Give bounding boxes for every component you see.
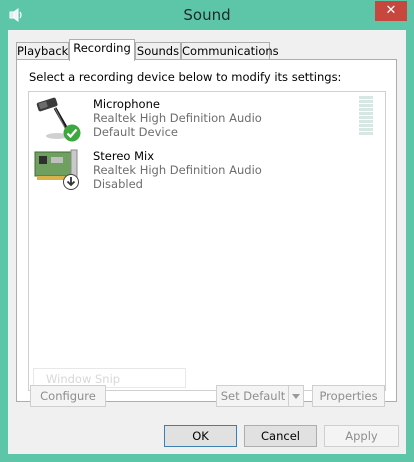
set-default-button[interactable]: Set Default — [216, 385, 304, 407]
device-name: Microphone — [93, 97, 160, 111]
tab-sounds[interactable]: Sounds — [135, 42, 181, 60]
tab-recording[interactable]: Recording — [69, 39, 135, 61]
device-name: Stereo Mix — [93, 149, 155, 163]
device-driver: Realtek High Definition Audio — [93, 111, 262, 125]
tab-communications[interactable]: Communications — [181, 42, 279, 60]
default-check-icon — [63, 124, 81, 142]
set-default-label: Set Default — [220, 389, 286, 403]
dialog-client-area: Playback Recording Sounds Communications… — [8, 30, 406, 454]
device-list[interactable]: Microphone Realtek High Definition Audio… — [28, 91, 386, 391]
configure-button[interactable]: Configure — [30, 385, 106, 407]
sound-dialog: Sound ✕ Playback Recording Sounds Commun… — [0, 0, 414, 462]
device-status: Default Device — [93, 125, 179, 139]
recording-panel: Select a recording device below to modif… — [16, 59, 397, 402]
level-meter — [359, 96, 373, 136]
close-button[interactable]: ✕ — [375, 1, 407, 21]
chevron-down-icon[interactable] — [288, 386, 303, 406]
title-bar[interactable]: Sound ✕ — [0, 0, 414, 30]
close-icon: ✕ — [385, 3, 397, 18]
instruction-text: Select a recording device below to modif… — [29, 70, 342, 84]
ok-button[interactable]: OK — [164, 425, 237, 447]
list-item-stereo-mix[interactable]: Stereo Mix Realtek High Definition Audio… — [29, 146, 385, 194]
device-status: Disabled — [93, 177, 143, 191]
window-title: Sound — [183, 6, 231, 24]
tab-playback[interactable]: Playback — [16, 42, 69, 60]
properties-button[interactable]: Properties — [312, 385, 385, 407]
list-item-microphone[interactable]: Microphone Realtek High Definition Audio… — [29, 94, 385, 142]
cancel-button[interactable]: Cancel — [244, 425, 317, 447]
apply-button[interactable]: Apply — [324, 425, 399, 447]
disabled-arrow-icon — [63, 174, 79, 190]
device-driver: Realtek High Definition Audio — [93, 163, 262, 177]
